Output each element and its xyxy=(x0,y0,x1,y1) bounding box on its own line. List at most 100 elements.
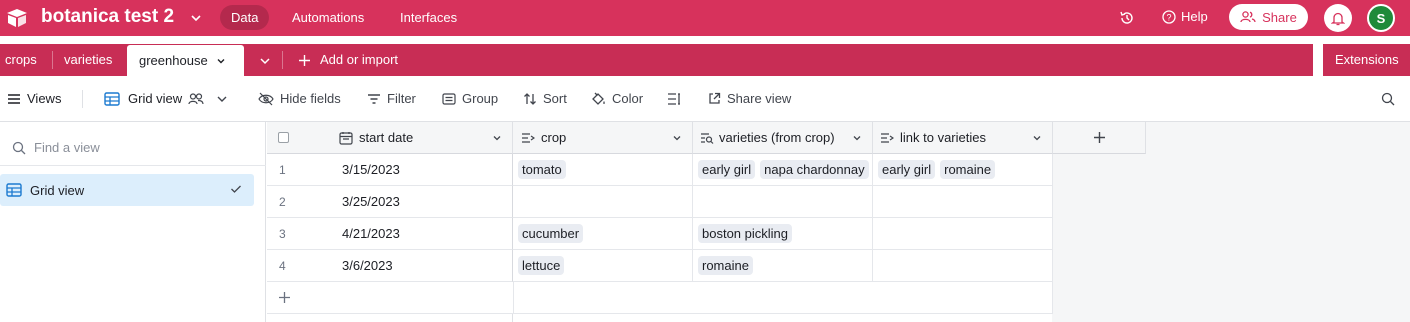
varieties-cell[interactable]: early girl napa chardonnay xyxy=(693,154,873,186)
start-date-cell[interactable]: 4/21/2023 xyxy=(339,218,513,250)
row-height-icon[interactable] xyxy=(667,93,682,105)
chevron-down-icon[interactable] xyxy=(190,12,202,24)
record-pill[interactable]: romaine xyxy=(940,160,996,179)
start-date-value: 4/21/2023 xyxy=(342,226,400,241)
nav-interfaces[interactable]: Interfaces xyxy=(389,5,468,30)
record-pill[interactable]: lettuce xyxy=(518,256,565,275)
sidebar-item-label: Grid view xyxy=(30,182,85,198)
record-pill[interactable]: boston pickling xyxy=(698,224,792,243)
group-button[interactable]: Group xyxy=(442,91,498,106)
svg-text:?: ? xyxy=(1166,12,1171,22)
column-header-label: varieties (from crop) xyxy=(719,130,835,145)
crop-cell[interactable] xyxy=(513,186,693,218)
record-pill[interactable]: early girl xyxy=(698,160,756,179)
chevron-down-icon[interactable] xyxy=(259,56,271,66)
row-number-cell[interactable]: 1 xyxy=(267,154,339,186)
varieties-cell[interactable]: romaine xyxy=(693,250,873,282)
sidebar-item-grid-view[interactable]: Grid view xyxy=(0,174,254,206)
plus-icon xyxy=(299,54,310,66)
nav-automations[interactable]: Automations xyxy=(281,5,375,30)
record-pill[interactable]: cucumber xyxy=(518,224,584,243)
filter-icon xyxy=(368,93,380,104)
table-tab-bar: crops varieties greenhouse Add or import… xyxy=(0,36,1410,76)
column-header-crop[interactable]: crop xyxy=(513,122,693,154)
color-label: Color xyxy=(612,91,644,106)
share-view-label: Share view xyxy=(727,91,792,106)
share-button[interactable]: Share xyxy=(1229,4,1308,30)
paint-bucket-icon xyxy=(592,92,605,105)
record-pill[interactable]: romaine xyxy=(698,256,753,275)
column-header-link-to-varieties[interactable]: link to varieties xyxy=(873,122,1053,154)
find-view-input[interactable]: Find a view xyxy=(12,140,100,155)
extensions-button[interactable]: Extensions xyxy=(1335,44,1399,76)
link-to-varieties-cell[interactable] xyxy=(873,218,1053,250)
crop-cell[interactable]: cucumber xyxy=(513,218,693,250)
add-or-import-button[interactable]: Add or import xyxy=(298,44,398,76)
hide-fields-button[interactable]: Hide fields xyxy=(258,91,341,106)
views-sidebar: Find a view Grid view xyxy=(0,122,266,322)
group-label: Group xyxy=(462,91,499,106)
chevron-down-icon[interactable] xyxy=(216,56,226,66)
row-number-cell[interactable]: 4 xyxy=(267,250,339,282)
link-icon xyxy=(522,132,535,143)
find-view-placeholder: Find a view xyxy=(34,140,100,155)
select-all-checkbox[interactable] xyxy=(278,132,289,143)
view-switcher[interactable]: Grid view xyxy=(104,91,228,106)
eye-slash-icon xyxy=(258,92,274,105)
start-date-value: 3/25/2023 xyxy=(342,194,400,209)
nav-data[interactable]: Data xyxy=(220,5,270,30)
history-icon[interactable] xyxy=(1119,10,1135,26)
start-date-cell[interactable]: 3/6/2023 xyxy=(339,250,513,282)
record-pill[interactable]: early girl xyxy=(878,160,936,179)
link-to-varieties-cell[interactable]: early girl romaine xyxy=(873,154,1053,186)
help-icon: ? xyxy=(1162,9,1176,24)
share-view-button[interactable]: Share view xyxy=(708,91,791,106)
row-number-cell[interactable]: 2 xyxy=(267,186,339,218)
start-date-value: 3/6/2023 xyxy=(342,258,393,273)
start-date-cell[interactable]: 3/25/2023 xyxy=(339,186,513,218)
chevron-down-icon[interactable] xyxy=(1032,133,1042,143)
base-name[interactable]: botanica test 2 xyxy=(41,6,174,28)
group-icon xyxy=(442,92,456,105)
column-header-label: start date xyxy=(359,130,414,145)
tab-label: greenhouse xyxy=(139,52,208,68)
views-toggle[interactable]: Views xyxy=(7,91,61,106)
grid-icon xyxy=(6,183,22,197)
add-field-button[interactable] xyxy=(1053,122,1146,154)
row-number-cell[interactable]: 3 xyxy=(267,218,339,250)
column-header-varieties-from-crop[interactable]: varieties (from crop) xyxy=(693,122,873,154)
row-number: 3 xyxy=(279,226,286,241)
link-to-varieties-cell[interactable] xyxy=(873,186,1053,218)
notifications-button[interactable] xyxy=(1324,4,1352,32)
tab-crops[interactable]: crops xyxy=(5,44,37,76)
menu-icon xyxy=(8,93,20,104)
sort-button[interactable]: Sort xyxy=(523,91,567,106)
link-to-varieties-cell[interactable] xyxy=(873,250,1053,282)
column-header-start-date[interactable]: start date xyxy=(339,122,513,154)
chevron-down-icon[interactable] xyxy=(492,133,502,143)
tab-varieties[interactable]: varieties xyxy=(64,44,112,76)
crop-cell[interactable]: tomato xyxy=(513,154,693,186)
row-number: 1 xyxy=(279,162,286,177)
color-button[interactable]: Color xyxy=(591,91,643,106)
varieties-cell[interactable] xyxy=(693,186,873,218)
start-date-cell[interactable]: 3/15/2023 xyxy=(339,154,513,186)
add-record-button[interactable] xyxy=(267,282,513,314)
varieties-cell[interactable]: boston pickling xyxy=(693,218,873,250)
column-header-label: link to varieties xyxy=(900,130,986,145)
header-select-cell xyxy=(267,122,339,154)
airtable-logo-icon[interactable] xyxy=(6,8,28,28)
chevron-down-icon[interactable] xyxy=(852,133,862,143)
crop-cell[interactable]: lettuce xyxy=(513,250,693,282)
help-button[interactable]: ? Help xyxy=(1162,9,1208,24)
tab-greenhouse[interactable]: greenhouse xyxy=(127,45,244,76)
chevron-down-icon[interactable] xyxy=(672,133,682,143)
record-pill[interactable]: napa chardonnay xyxy=(760,160,869,179)
views-label: Views xyxy=(27,91,62,106)
row-number: 4 xyxy=(279,258,286,273)
avatar[interactable]: S xyxy=(1367,4,1395,32)
row-number: 2 xyxy=(279,194,286,209)
record-pill[interactable]: tomato xyxy=(518,160,566,179)
search-icon[interactable] xyxy=(1381,92,1395,106)
filter-button[interactable]: Filter xyxy=(367,91,416,106)
